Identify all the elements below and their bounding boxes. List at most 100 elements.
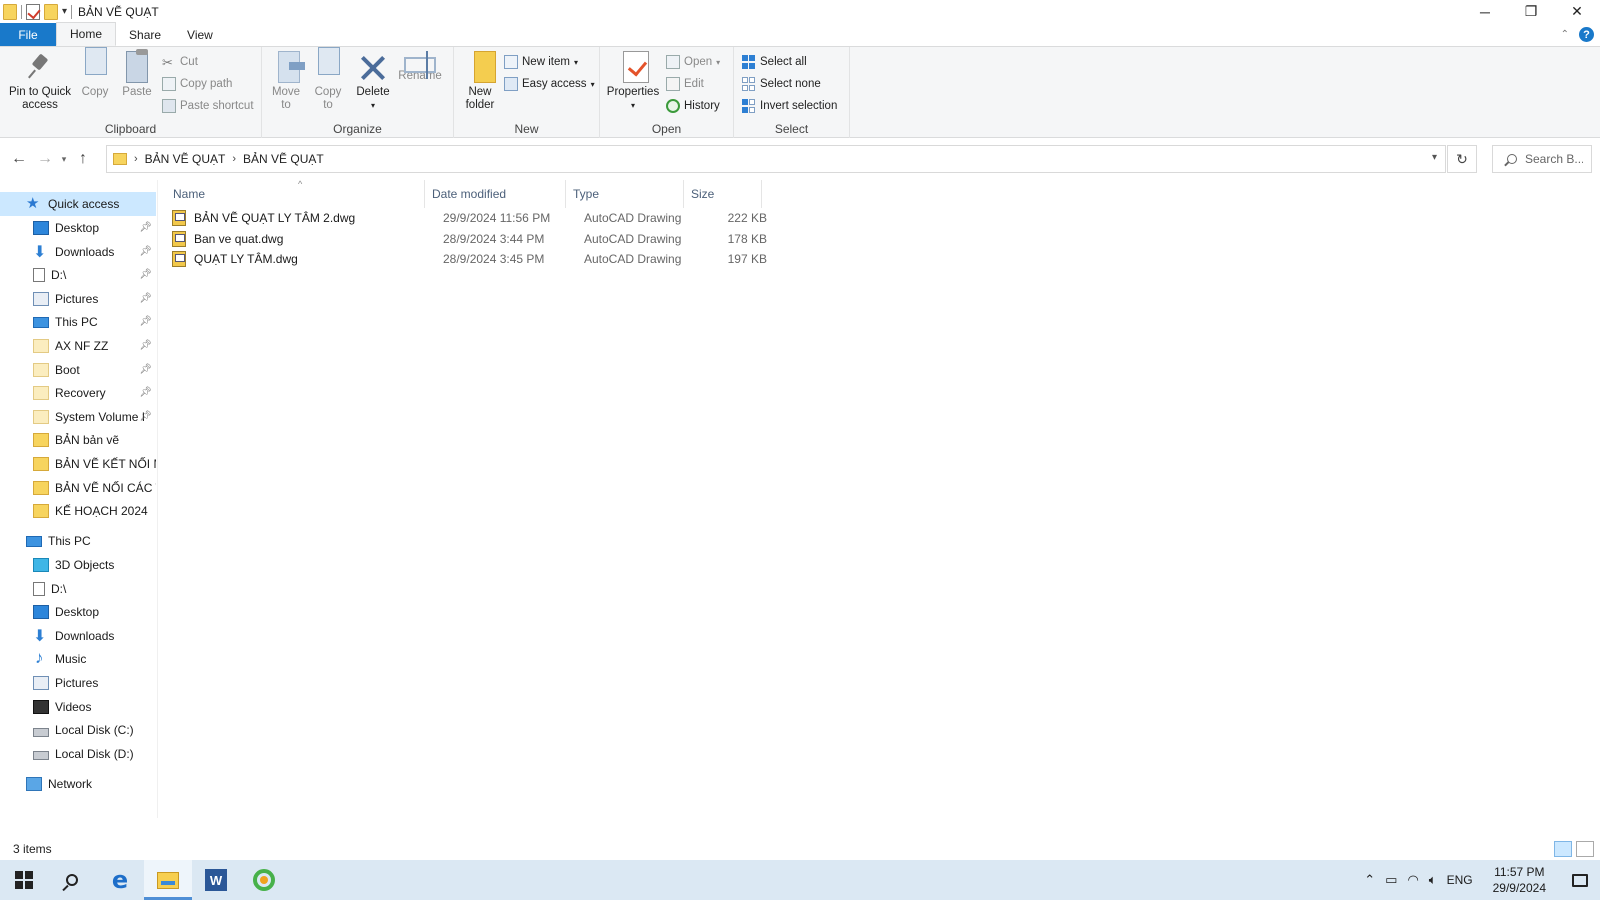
properties-icon[interactable]	[26, 3, 40, 20]
nav-item[interactable]: Pictures 📌︎	[0, 287, 156, 311]
search-box[interactable]	[1492, 145, 1592, 173]
close-button[interactable]: ✕	[1554, 0, 1600, 23]
pin-icon[interactable]: 📌︎	[139, 411, 152, 422]
refresh-button[interactable]: ↻	[1447, 145, 1477, 173]
nav-item[interactable]: BẢN bản vẽ	[0, 428, 156, 452]
copy-to-button[interactable]: Copy to	[310, 47, 346, 112]
recent-locations-dropdown-icon[interactable]: ▾	[56, 154, 72, 165]
column-header-date[interactable]: Date modified	[425, 180, 566, 208]
tab-view[interactable]: View	[174, 23, 226, 46]
nav-item[interactable]: KẾ HOẠCH 2024	[0, 499, 156, 523]
volume-icon[interactable]: 🔈︎	[1429, 872, 1437, 888]
breadcrumb-item-current[interactable]: BẢN VẼ QUẠT	[243, 152, 324, 166]
nav-item[interactable]: Music	[0, 647, 156, 671]
rename-button[interactable]: Rename	[398, 51, 442, 83]
search-input[interactable]	[1525, 152, 1583, 166]
breadcrumb-item[interactable]: BẢN VẼ QUẠT	[145, 152, 226, 166]
back-arrow-icon[interactable]: ←	[8, 150, 30, 168]
nav-item[interactable]: D:\	[0, 577, 156, 601]
paste-shortcut-button[interactable]: Paste shortcut	[162, 97, 254, 115]
language-indicator[interactable]: ENG	[1447, 873, 1473, 887]
nav-item[interactable]: System Volume I 📌︎	[0, 405, 156, 429]
pin-to-quick-access-button[interactable]: Pin to Quick access	[6, 51, 74, 112]
nav-item[interactable]: Desktop 📌︎	[0, 216, 156, 240]
customize-toolbar-dropdown-icon[interactable]: ▾	[62, 6, 67, 17]
nav-item[interactable]: Local Disk (D:)	[0, 742, 156, 766]
select-none-button[interactable]: Select none	[742, 75, 821, 93]
file-row[interactable]: BẢN VẼ QUẠT LY TÂM 2.dwg 29/9/2024 11:56 …	[172, 208, 767, 229]
taskbar-search-button[interactable]	[48, 860, 96, 900]
column-header-name[interactable]: Name ^	[166, 179, 425, 208]
notifications-icon[interactable]	[1572, 873, 1588, 887]
tab-home[interactable]: Home	[56, 22, 117, 46]
taskbar-word[interactable]: W	[192, 860, 240, 900]
nav-item[interactable]: Pictures	[0, 671, 156, 695]
forward-arrow-icon[interactable]: →	[34, 150, 56, 168]
file-row[interactable]: Ban ve quat.dwg 28/9/2024 3:44 PM AutoCAD …	[172, 229, 767, 250]
help-icon[interactable]: ?	[1579, 27, 1594, 42]
start-button[interactable]	[0, 860, 48, 900]
breadcrumb-chevron-icon[interactable]: ›	[232, 153, 236, 165]
chevron-up-icon[interactable]: ⌃	[1364, 872, 1375, 888]
nav-item[interactable]: BẢN VẼ NỐI CÁC TI	[0, 476, 156, 500]
column-header-type[interactable]: Type	[566, 180, 684, 208]
new-folder-icon[interactable]	[44, 3, 58, 20]
paste-button[interactable]: Paste	[120, 49, 154, 99]
nav-item[interactable]: Videos	[0, 695, 156, 719]
collapse-ribbon-icon[interactable]: ⌃	[1561, 29, 1569, 40]
pin-icon[interactable]: 📌︎	[139, 269, 152, 280]
select-all-button[interactable]: Select all	[742, 53, 807, 71]
move-to-button[interactable]: Move to	[268, 51, 305, 112]
taskbar-app[interactable]	[240, 860, 288, 900]
nav-item[interactable]: Downloads	[0, 624, 156, 648]
nav-item[interactable]: Local Disk (C:)	[0, 718, 156, 742]
tab-share[interactable]: Share	[116, 23, 174, 46]
nav-item[interactable]: Recovery 📌︎	[0, 381, 156, 405]
up-arrow-icon[interactable]: ↑	[72, 150, 94, 168]
wifi-icon[interactable]: ◠	[1407, 872, 1418, 888]
pin-icon[interactable]: 📌︎	[139, 246, 152, 257]
details-view-icon[interactable]	[1554, 841, 1572, 857]
nav-item[interactable]: This PC 📌︎	[0, 310, 156, 334]
nav-item[interactable]: Boot 📌︎	[0, 358, 156, 382]
invert-selection-button[interactable]: Invert selection	[742, 97, 837, 115]
battery-icon[interactable]: ▭	[1385, 872, 1397, 888]
large-icons-view-icon[interactable]	[1576, 841, 1594, 857]
delete-button[interactable]: Delete ▾	[354, 51, 392, 112]
address-bar[interactable]: › BẢN VẼ QUẠT › BẢN VẼ QUẠT ▾	[106, 145, 1446, 173]
history-button[interactable]: History	[666, 97, 720, 115]
taskbar-edge[interactable]: e	[96, 860, 144, 900]
cut-button[interactable]: ✂ Cut	[162, 53, 198, 71]
nav-this-pc[interactable]: This PC	[0, 529, 156, 553]
properties-button[interactable]: Properties ▾	[606, 51, 660, 112]
copy-button[interactable]: Copy	[78, 47, 112, 99]
restore-button[interactable]: ❐	[1508, 0, 1554, 23]
pin-icon[interactable]: 📌︎	[139, 340, 152, 351]
new-folder-button[interactable]: New folder	[462, 51, 498, 112]
nav-network[interactable]: Network	[0, 772, 156, 796]
nav-item[interactable]: 3D Objects	[0, 553, 156, 577]
pin-icon[interactable]: 📌︎	[139, 387, 152, 398]
pin-icon[interactable]: 📌︎	[139, 364, 152, 375]
pin-icon[interactable]: 📌︎	[139, 316, 152, 327]
copy-path-button[interactable]: Copy path	[162, 75, 232, 93]
nav-item[interactable]: AX NF ZZ 📌︎	[0, 334, 156, 358]
taskbar-file-explorer[interactable]	[144, 860, 192, 900]
nav-item[interactable]: Downloads 📌︎	[0, 240, 156, 264]
pin-icon[interactable]: 📌︎	[139, 293, 152, 304]
easy-access-button[interactable]: Easy access ▾	[504, 75, 595, 93]
breadcrumb-chevron-icon[interactable]: ›	[134, 153, 138, 165]
edit-button[interactable]: Edit	[666, 75, 704, 93]
nav-quick-access[interactable]: ★ Quick access	[0, 192, 156, 216]
new-item-button[interactable]: New item ▾	[504, 53, 578, 71]
file-row[interactable]: QUẠT LY TÂM.dwg 28/9/2024 3:45 PM AutoCAD …	[172, 249, 767, 270]
nav-item[interactable]: Desktop	[0, 600, 156, 624]
open-button[interactable]: Open ▾	[666, 53, 720, 71]
clock[interactable]: 11:57 PM 29/9/2024	[1493, 864, 1546, 896]
nav-item[interactable]: D:\ 📌︎	[0, 263, 156, 287]
tab-file[interactable]: File	[0, 23, 56, 46]
nav-item[interactable]: BẢN VẼ KẾT NỐI M(	[0, 452, 156, 476]
pin-icon[interactable]: 📌︎	[139, 222, 152, 233]
column-header-size[interactable]: Size	[684, 180, 762, 208]
minimize-button[interactable]: ─	[1462, 0, 1508, 23]
